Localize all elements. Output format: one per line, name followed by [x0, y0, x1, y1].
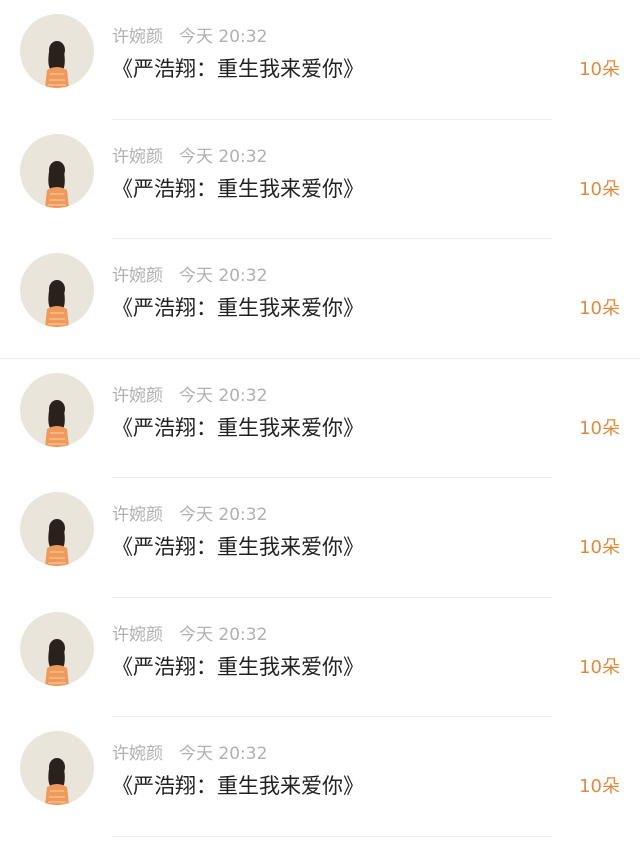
- gift-message-list: 许婉颜 今天 20:32 《严浩翔：重生我来爱你》 10朵 许婉颜 今天 20:32…: [0, 0, 640, 837]
- message-time: 今天 20:32: [179, 27, 268, 47]
- gift-amount: 10朵: [579, 178, 620, 200]
- girl-portrait-avatar-icon[interactable]: [20, 253, 94, 327]
- message-time: 今天 20:32: [179, 505, 268, 525]
- gift-amount: 10朵: [579, 776, 620, 797]
- sender-name: 许婉颜: [112, 624, 163, 645]
- girl-portrait-avatar-icon[interactable]: [20, 611, 94, 686]
- sender-name: 许婉颜: [112, 146, 163, 167]
- gift-amount: 10朵: [579, 537, 620, 558]
- gift-amount: 10朵: [579, 59, 620, 80]
- message-meta: 许婉颜 今天 20:32: [112, 385, 267, 407]
- message-meta: 许婉颜 今天 20:32: [112, 26, 267, 48]
- gift-amount: 10朵: [579, 298, 620, 319]
- list-item[interactable]: 许婉颜 今天 20:32 《严浩翔：重生我来爱你》 10朵: [0, 717, 640, 837]
- sender-name: 许婉颜: [112, 744, 163, 764]
- sender-name: 许婉颜: [112, 505, 163, 525]
- message-meta: 许婉颜 今天 20:32: [112, 146, 267, 168]
- message-meta: 许婉颜 今天 20:32: [112, 265, 267, 287]
- message-meta: 许婉颜 今天 20:32: [112, 504, 267, 526]
- book-title[interactable]: 《严浩翔：重生我来爱你》: [112, 533, 364, 561]
- book-title[interactable]: 《严浩翔：重生我来爱你》: [112, 294, 364, 322]
- list-item[interactable]: 许婉颜 今天 20:32 《严浩翔：重生我来爱你》 10朵: [0, 478, 640, 598]
- sender-name: 许婉颜: [112, 266, 163, 286]
- message-time: 今天 20:32: [179, 624, 268, 645]
- list-item[interactable]: 许婉颜 今天 20:32 《严浩翔：重生我来爱你》 10朵: [0, 239, 640, 359]
- list-item[interactable]: 许婉颜 今天 20:32 《严浩翔：重生我来爱你》 10朵: [0, 120, 640, 239]
- book-title[interactable]: 《严浩翔：重生我来爱你》: [112, 175, 364, 203]
- list-item[interactable]: 许婉颜 今天 20:32 《严浩翔：重生我来爱你》 10朵: [0, 598, 640, 717]
- book-title[interactable]: 《严浩翔：重生我来爱你》: [112, 653, 364, 681]
- girl-portrait-avatar-icon[interactable]: [20, 14, 94, 88]
- message-time: 今天 20:32: [179, 385, 268, 406]
- book-title[interactable]: 《严浩翔：重生我来爱你》: [112, 414, 364, 442]
- girl-portrait-avatar-icon[interactable]: [20, 372, 94, 447]
- list-item[interactable]: 许婉颜 今天 20:32 《严浩翔：重生我来爱你》 10朵: [0, 359, 640, 478]
- row-divider: [112, 835, 552, 837]
- book-title[interactable]: 《严浩翔：重生我来爱你》: [112, 772, 364, 800]
- gift-amount: 10朵: [579, 656, 620, 678]
- girl-portrait-avatar-icon[interactable]: [20, 133, 94, 208]
- gift-amount: 10朵: [579, 417, 620, 439]
- sender-name: 许婉颜: [112, 385, 163, 406]
- girl-portrait-avatar-icon[interactable]: [20, 492, 94, 566]
- message-time: 今天 20:32: [179, 744, 268, 764]
- message-time: 今天 20:32: [179, 266, 268, 286]
- message-time: 今天 20:32: [179, 146, 268, 167]
- sender-name: 许婉颜: [112, 27, 163, 47]
- girl-portrait-avatar-icon[interactable]: [20, 731, 94, 805]
- list-item[interactable]: 许婉颜 今天 20:32 《严浩翔：重生我来爱你》 10朵: [0, 0, 640, 120]
- message-meta: 许婉颜 今天 20:32: [112, 743, 267, 765]
- book-title[interactable]: 《严浩翔：重生我来爱你》: [112, 55, 364, 83]
- message-meta: 许婉颜 今天 20:32: [112, 624, 267, 646]
